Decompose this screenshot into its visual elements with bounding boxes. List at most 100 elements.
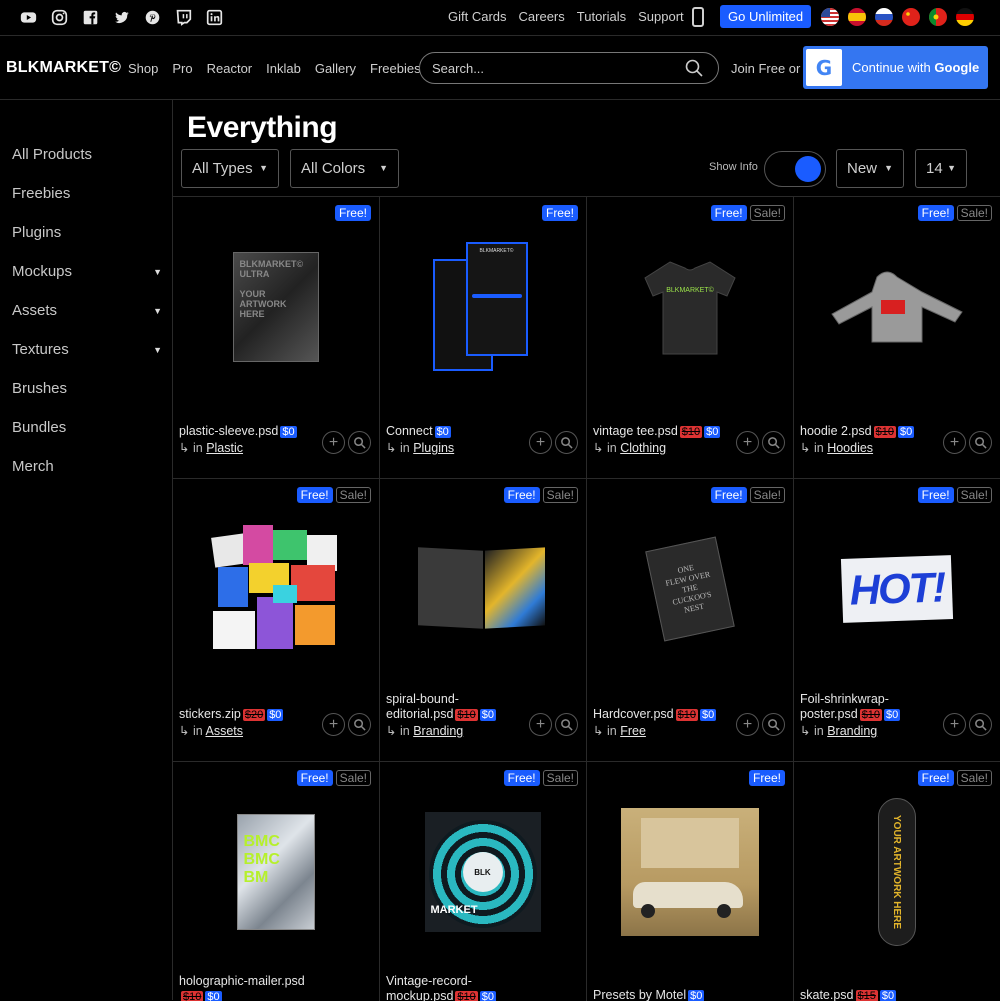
gift-cards-link[interactable]: Gift Cards (448, 9, 507, 24)
product-name[interactable]: skate.psd (800, 988, 854, 1001)
product-card[interactable]: Free! Presets by Motel $0 (587, 762, 794, 1001)
nav-pro[interactable]: Pro (172, 61, 192, 76)
tutorials-link[interactable]: Tutorials (577, 9, 626, 24)
product-thumbnail[interactable]: BLKMARKET© ULTRA YOUR ARTWORK HERE (173, 197, 378, 417)
product-name[interactable]: hoodie 2.psd (800, 424, 872, 438)
product-name[interactable]: stickers.zip (179, 707, 241, 721)
join-free-link[interactable]: Join Free or (731, 61, 800, 76)
category-link[interactable]: Clothing (620, 441, 666, 455)
sidebar-item-freebies[interactable]: Freebies (12, 185, 162, 202)
facebook-icon[interactable] (80, 8, 100, 26)
cn-flag-icon[interactable] (902, 8, 920, 26)
add-to-cart-button[interactable]: + (529, 713, 552, 736)
add-to-cart-button[interactable]: + (943, 431, 966, 454)
sort-select[interactable]: New ▼ (836, 149, 904, 188)
product-card[interactable]: BLKMARKET© Free! Sale! vintage tee.psd $10… (587, 197, 794, 479)
quick-view-button[interactable] (969, 713, 992, 736)
product-name[interactable]: spiral-bound-editorial.psd (386, 692, 459, 721)
product-card[interactable]: BLKMARKET© ULTRA YOUR ARTWORK HERE Free! pla… (173, 197, 380, 479)
us-flag-icon[interactable] (821, 8, 839, 26)
sidebar-item-brushes[interactable]: Brushes (12, 380, 162, 397)
add-to-cart-button[interactable]: + (322, 431, 345, 454)
product-card[interactable]: BMC BMC BM Free! Sale! holographic-mailer.p… (173, 762, 380, 1001)
pinterest-icon[interactable] (142, 8, 162, 26)
careers-link[interactable]: Careers (519, 9, 565, 24)
es-flag-icon[interactable] (848, 8, 866, 26)
nav-gallery[interactable]: Gallery (315, 61, 356, 76)
category-link[interactable]: Plugins (413, 441, 454, 455)
sidebar-item-mockups[interactable]: Mockups ▼ (12, 263, 162, 280)
search-icon[interactable] (684, 58, 704, 78)
category-link[interactable]: Plastic (206, 441, 243, 455)
product-thumbnail[interactable] (173, 479, 378, 699)
product-card[interactable]: BLK MARKET Free! Sale! Vintage-record-moc… (380, 762, 587, 1001)
product-thumbnail[interactable]: BMC BMC BM (173, 762, 378, 982)
quick-view-button[interactable] (555, 713, 578, 736)
twitter-icon[interactable] (111, 8, 131, 26)
quick-view-button[interactable] (348, 431, 371, 454)
category-link[interactable]: Assets (206, 724, 244, 738)
category-link[interactable]: Free (620, 724, 646, 738)
sidebar-item-merch[interactable]: Merch (12, 458, 162, 475)
continue-with-google-button[interactable]: G Continue with Google (803, 46, 988, 89)
product-name[interactable]: Connect (386, 424, 433, 438)
support-link[interactable]: Support (638, 9, 684, 24)
quick-view-button[interactable] (762, 431, 785, 454)
sidebar-item-all-products[interactable]: All Products (12, 146, 162, 163)
sidebar-item-plugins[interactable]: Plugins (12, 224, 162, 241)
product-thumbnail[interactable]: BLK MARKET (380, 762, 585, 982)
category-link[interactable]: Branding (827, 724, 877, 738)
nav-inklab[interactable]: Inklab (266, 61, 301, 76)
product-card[interactable]: HOT! Free! Sale! Foil-shrinkwrap-poster.p… (794, 479, 1000, 762)
product-thumbnail[interactable] (794, 197, 999, 417)
nav-reactor[interactable]: Reactor (207, 61, 253, 76)
product-thumbnail[interactable] (587, 762, 792, 982)
sidebar-item-bundles[interactable]: Bundles (12, 419, 162, 436)
product-thumbnail[interactable]: ONE FLEW OVER THE CUCKOO'S NEST (587, 479, 792, 699)
chevron-down-icon[interactable]: ▼ (153, 345, 162, 355)
product-thumbnail[interactable]: HOT! (794, 479, 999, 699)
instagram-icon[interactable] (49, 8, 69, 26)
product-thumbnail[interactable]: YOUR ARTWORK HERE (794, 762, 999, 982)
show-info-toggle[interactable] (764, 151, 826, 187)
add-to-cart-button[interactable]: + (943, 713, 966, 736)
mobile-app-icon[interactable] (692, 7, 704, 27)
chevron-down-icon[interactable]: ▼ (153, 267, 162, 277)
site-logo[interactable]: BLKMARKET© (6, 59, 121, 77)
product-name[interactable]: Presets by Motel (593, 988, 686, 1001)
twitch-icon[interactable] (173, 8, 193, 26)
quick-view-button[interactable] (348, 713, 371, 736)
add-to-cart-button[interactable]: + (322, 713, 345, 736)
quick-view-button[interactable] (969, 431, 992, 454)
quick-view-button[interactable] (762, 713, 785, 736)
product-thumbnail[interactable]: BLKMARKET© (380, 197, 585, 417)
go-unlimited-button[interactable]: Go Unlimited (720, 5, 812, 28)
product-name[interactable]: holographic-mailer.psd (179, 974, 305, 988)
product-card[interactable]: BLKMARKET© Free! Connect $0 ↳ in Plugins … (380, 197, 587, 479)
add-to-cart-button[interactable]: + (736, 431, 759, 454)
add-to-cart-button[interactable]: + (529, 431, 552, 454)
type-filter-select[interactable]: All Types ▼ (181, 149, 279, 188)
nav-freebies[interactable]: Freebies (370, 61, 421, 76)
product-card[interactable]: Free! Sale! spiral-bound-editorial.psd $10… (380, 479, 587, 762)
product-card[interactable]: Free! Sale! stickers.zip $20 $0 ↳ in Assets… (173, 479, 380, 762)
product-thumbnail[interactable] (380, 479, 585, 699)
chevron-down-icon[interactable]: ▼ (153, 306, 162, 316)
per-page-select[interactable]: 14 ▼ (915, 149, 967, 188)
category-link[interactable]: Hoodies (827, 441, 873, 455)
search-input[interactable] (419, 52, 719, 84)
sidebar-item-assets[interactable]: Assets ▼ (12, 302, 162, 319)
product-thumbnail[interactable]: BLKMARKET© (587, 197, 792, 417)
product-card[interactable]: ONE FLEW OVER THE CUCKOO'S NEST Free! Sale! H… (587, 479, 794, 762)
sidebar-item-textures[interactable]: Textures ▼ (12, 341, 162, 358)
product-card[interactable]: Free! Sale! hoodie 2.psd $10 $0 ↳ in Hoodie… (794, 197, 1000, 479)
de-flag-icon[interactable] (956, 8, 974, 26)
product-name[interactable]: vintage tee.psd (593, 424, 678, 438)
category-link[interactable]: Branding (413, 724, 463, 738)
product-card[interactable]: YOUR ARTWORK HERE Free! Sale! skate.psd $1… (794, 762, 1000, 1001)
ru-flag-icon[interactable] (875, 8, 893, 26)
nav-shop[interactable]: Shop (128, 61, 158, 76)
linkedin-icon[interactable] (204, 8, 224, 26)
product-name[interactable]: Hardcover.psd (593, 707, 674, 721)
add-to-cart-button[interactable]: + (736, 713, 759, 736)
